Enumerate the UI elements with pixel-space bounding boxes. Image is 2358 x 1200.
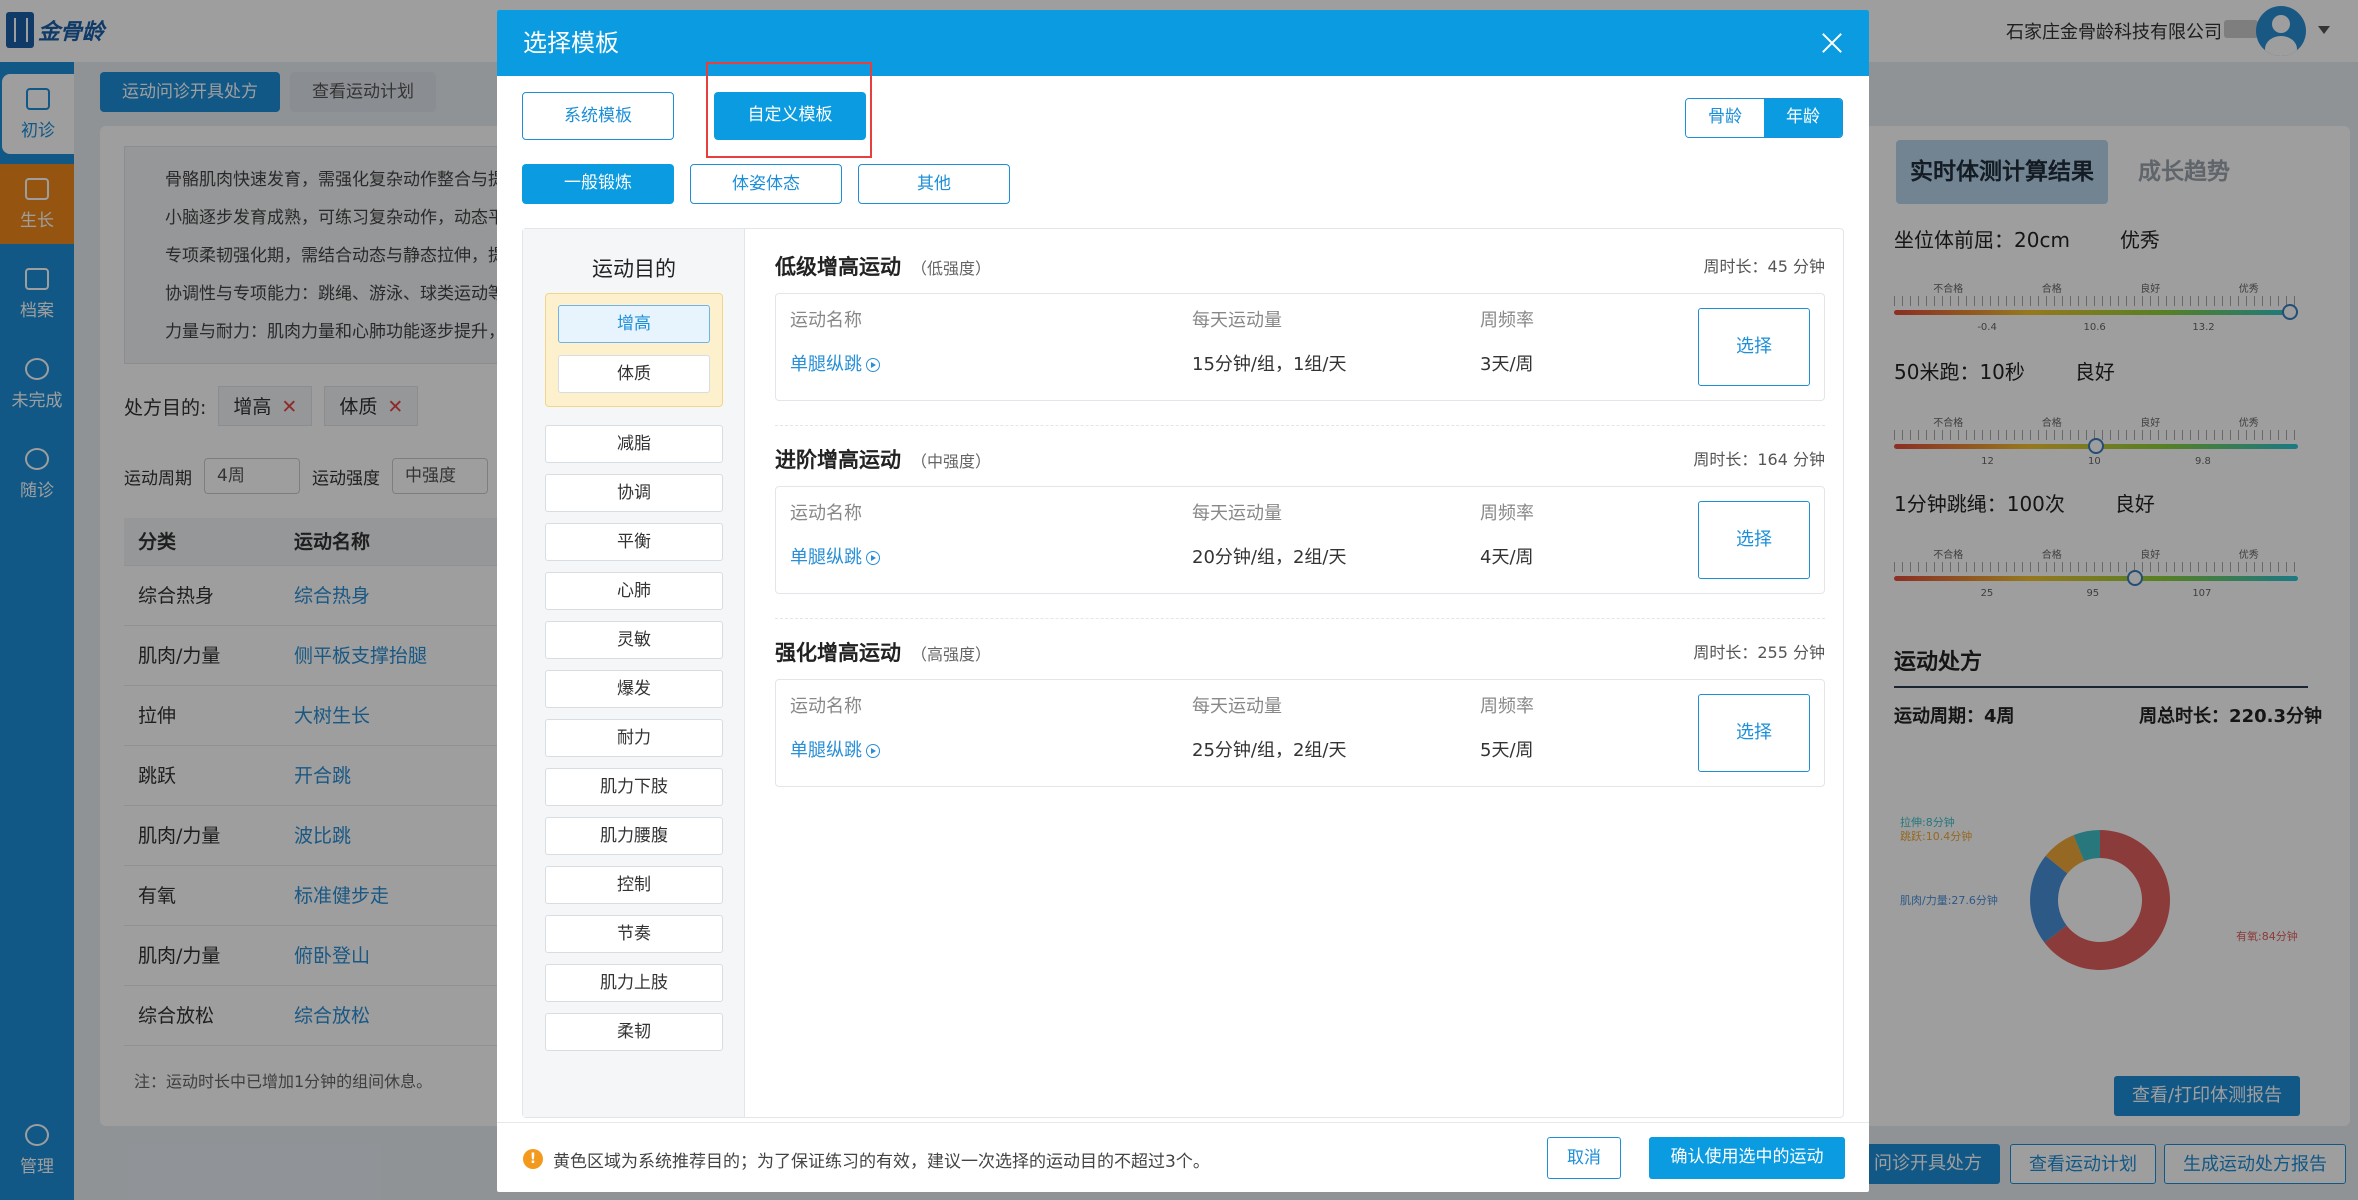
tab-posture[interactable]: 体姿体态: [690, 164, 842, 204]
plan-name: 进阶增高运动 （中强度）: [775, 440, 991, 480]
plan-header: 低级增高运动 （低强度） 周时长：45 分钟: [775, 247, 1825, 287]
goal-option[interactable]: 平衡: [545, 523, 723, 561]
plan-card: 运动名称单腿纵跳 每天运动量 20分钟/组，2组/天 周频率 4天/周 选择: [775, 486, 1825, 594]
plan-divider: [775, 425, 1825, 426]
plan-level: （低强度）: [911, 259, 992, 278]
plan-divider: [775, 618, 1825, 619]
modal-body: 运动目的 增高 体质 减脂 协调 平衡 心肺 灵敏 爆发 耐力 肌力下肢 肌力腰…: [522, 228, 1844, 1118]
plan-name: 低级增高运动 （低强度）: [775, 247, 991, 287]
plan-week-duration: 周时长：45 分钟: [1703, 257, 1825, 276]
daily-amount: 20分钟/组，2组/天: [1192, 547, 1347, 568]
goal-column: 运动目的 增高 体质 减脂 协调 平衡 心肺 灵敏 爆发 耐力 肌力下肢 肌力腰…: [523, 229, 745, 1117]
exercise-link[interactable]: 单腿纵跳: [790, 350, 880, 376]
plan-item: 低级增高运动 （低强度） 周时长：45 分钟 运动名称单腿纵跳 每天运动量 15分钟…: [775, 247, 1825, 401]
goal-option[interactable]: 爆发: [545, 670, 723, 708]
play-icon[interactable]: [866, 744, 880, 758]
play-icon[interactable]: [866, 358, 880, 372]
col-header: 周频率: [1480, 696, 1534, 717]
col-amount: 每天运动量 25分钟/组，2组/天: [1192, 692, 1347, 762]
col-header: 每天运动量: [1192, 310, 1282, 331]
col-amount: 每天运动量 20分钟/组，2组/天: [1192, 499, 1347, 569]
goal-option[interactable]: 灵敏: [545, 621, 723, 659]
col-header: 运动名称: [790, 696, 862, 717]
col-header: 每天运动量: [1192, 696, 1282, 717]
goal-option[interactable]: 控制: [545, 866, 723, 904]
daily-amount: 25分钟/组，2组/天: [1192, 740, 1347, 761]
exercise-name: 单腿纵跳: [790, 740, 862, 761]
week-frequency: 3天/周: [1480, 354, 1534, 375]
plan-item: 进阶增高运动 （中强度） 周时长：164 分钟 运动名称单腿纵跳 每天运动量 20分…: [775, 440, 1825, 594]
plan-week-duration: 周时长：164 分钟: [1693, 450, 1825, 469]
col-header: 周频率: [1480, 310, 1534, 331]
plan-level: （高强度）: [911, 645, 992, 664]
col-exercise: 运动名称 单腿纵跳: [790, 499, 880, 569]
plan-header: 进阶增高运动 （中强度） 周时长：164 分钟: [775, 440, 1825, 480]
exercise-link[interactable]: 单腿纵跳: [790, 543, 880, 569]
plan-card: 运动名称单腿纵跳 每天运动量 15分钟/组，1组/天 周频率 3天/周 选择: [775, 293, 1825, 401]
modal-header: 选择模板: [497, 10, 1869, 76]
select-plan-button[interactable]: 选择: [1698, 694, 1810, 772]
goal-option[interactable]: 增高: [558, 305, 710, 343]
exercise-name: 单腿纵跳: [790, 354, 862, 375]
modal-title: 选择模板: [523, 29, 619, 57]
tab-other[interactable]: 其他: [858, 164, 1010, 204]
confirm-button[interactable]: 确认使用选中的运动: [1649, 1137, 1845, 1179]
week-frequency: 5天/周: [1480, 740, 1534, 761]
plan-list: 低级增高运动 （低强度） 周时长：45 分钟 运动名称 单腿纵跳 每天运动量 15分钟…: [745, 229, 1843, 1117]
plan-name-text: 强化增高运动: [775, 641, 901, 665]
col-header: 每天运动量: [1192, 503, 1282, 524]
warning-icon: !: [523, 1149, 543, 1169]
goal-option[interactable]: 体质: [558, 355, 710, 393]
plan-name: 强化增高运动 （高强度）: [775, 633, 991, 673]
col-frequency: 周频率 3天/周: [1480, 306, 1534, 376]
cancel-button[interactable]: 取消: [1547, 1137, 1621, 1179]
plan-header: 强化增高运动 （高强度） 周时长：255 分钟: [775, 633, 1825, 673]
select-plan-button[interactable]: 选择: [1698, 501, 1810, 579]
goal-option[interactable]: 协调: [545, 474, 723, 512]
select-plan-button[interactable]: 选择: [1698, 308, 1810, 386]
exercise-link[interactable]: 单腿纵跳: [790, 736, 880, 762]
col-frequency: 周频率 5天/周: [1480, 692, 1534, 762]
plan-item: 强化增高运动 （高强度） 周时长：255 分钟 运动名称单腿纵跳 每天运动量 25分…: [775, 633, 1825, 787]
goal-option[interactable]: 耐力: [545, 719, 723, 757]
goal-option[interactable]: 肌力腰腹: [545, 817, 723, 855]
col-exercise: 运动名称 单腿纵跳: [790, 306, 880, 376]
col-exercise: 运动名称 单腿纵跳: [790, 692, 880, 762]
goals-title: 运动目的: [592, 257, 676, 281]
week-frequency: 4天/周: [1480, 547, 1534, 568]
template-modal: 选择模板 系统模板 自定义模板 骨龄 年龄 一般锻炼 体姿体态 其他 运动目的 …: [497, 10, 1869, 1192]
daily-amount: 15分钟/组，1组/天: [1192, 354, 1347, 375]
plan-level: （中强度）: [911, 452, 992, 471]
toggle-age[interactable]: 年龄: [1764, 99, 1842, 137]
col-amount: 每天运动量 15分钟/组，1组/天: [1192, 306, 1347, 376]
col-header: 运动名称: [790, 310, 862, 331]
toggle-bone-age[interactable]: 骨龄: [1686, 99, 1764, 137]
footer-note: 黄色区域为系统推荐目的；为了保证练习的有效，建议一次选择的运动目的不超过3个。: [553, 1152, 1210, 1172]
col-frequency: 周频率 4天/周: [1480, 499, 1534, 569]
tab-general-exercise[interactable]: 一般锻炼: [522, 164, 674, 204]
goal-option[interactable]: 肌力下肢: [545, 768, 723, 806]
modal-footer: ! 黄色区域为系统推荐目的；为了保证练习的有效，建议一次选择的运动目的不超过3个…: [497, 1122, 1869, 1192]
plan-name-text: 低级增高运动: [775, 255, 901, 279]
age-type-toggle: 骨龄 年龄: [1685, 98, 1843, 138]
play-icon[interactable]: [866, 551, 880, 565]
goal-option[interactable]: 柔韧: [545, 1013, 723, 1051]
close-icon[interactable]: [1819, 30, 1845, 56]
plan-name-text: 进阶增高运动: [775, 448, 901, 472]
plan-card: 运动名称单腿纵跳 每天运动量 25分钟/组，2组/天 周频率 5天/周 选择: [775, 679, 1825, 787]
system-template-button[interactable]: 系统模板: [522, 92, 674, 140]
col-header: 运动名称: [790, 503, 862, 524]
col-header: 周频率: [1480, 503, 1534, 524]
exercise-name: 单腿纵跳: [790, 547, 862, 568]
highlight-box: [706, 62, 872, 158]
goal-option[interactable]: 减脂: [545, 425, 723, 463]
goal-option[interactable]: 肌力上肢: [545, 964, 723, 1002]
goal-option[interactable]: 心肺: [545, 572, 723, 610]
goal-option[interactable]: 节奏: [545, 915, 723, 953]
plan-week-duration: 周时长：255 分钟: [1693, 643, 1825, 662]
